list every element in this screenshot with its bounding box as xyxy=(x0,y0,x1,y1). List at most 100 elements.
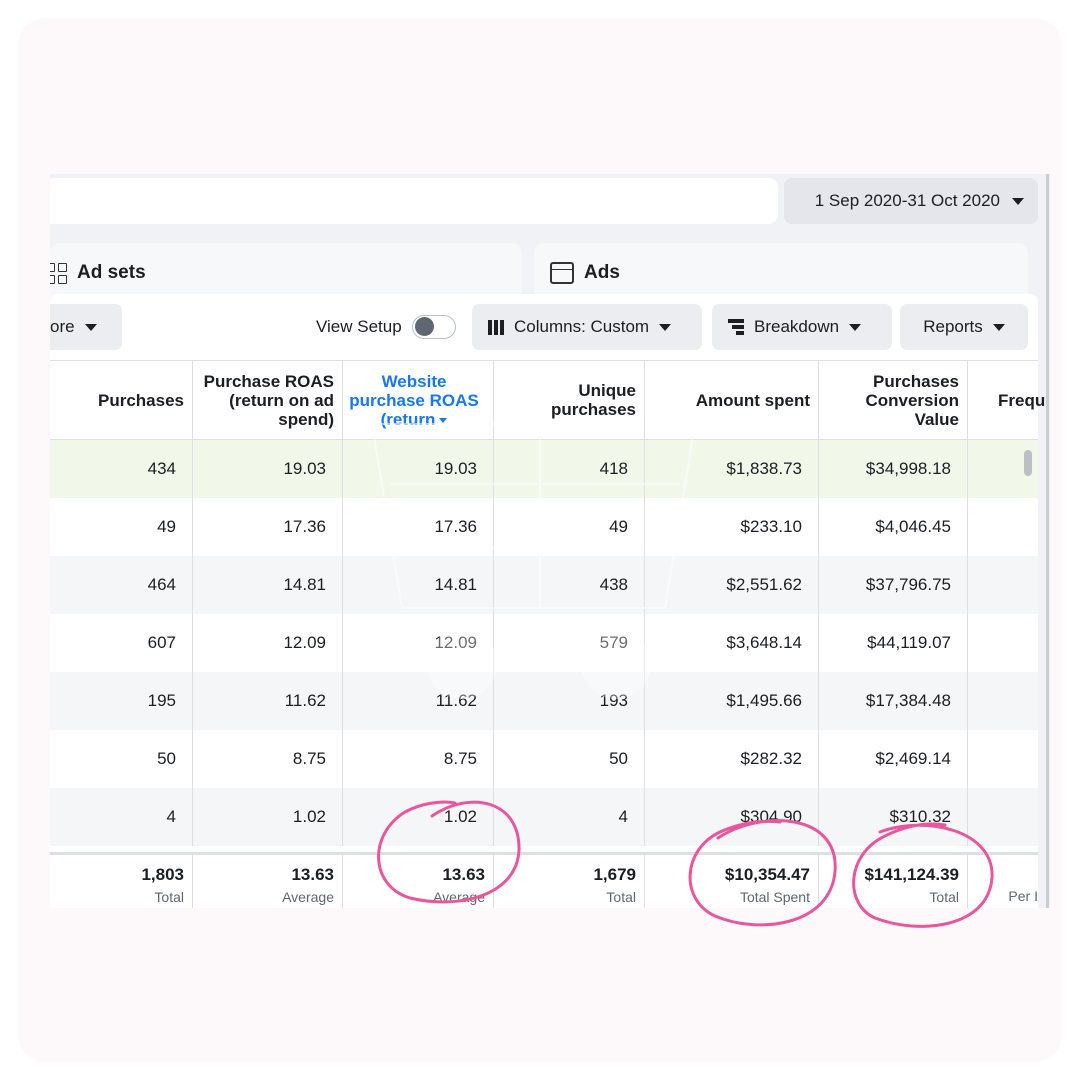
table-cell-amount-spent: $282.32 xyxy=(645,730,819,788)
table-panel: ore View Setup Columns: Custom Breakdown… xyxy=(50,294,1045,908)
table-cell-unique-purchases: 418 xyxy=(494,440,645,498)
table-cell-website-purchase-roas: 11.62 xyxy=(343,672,494,730)
table-cell-purchase-roas: 14.81 xyxy=(193,556,343,614)
table-cell-purchases: 434 xyxy=(50,440,193,498)
columns-icon xyxy=(488,319,504,335)
table-cell-frequency xyxy=(968,556,1038,614)
view-setup-label: View Setup xyxy=(316,317,402,336)
date-range-label: 1 Sep 2020-31 Oct 2020 xyxy=(814,191,1000,210)
table-cell-purchases: 464 xyxy=(50,556,193,614)
columns-button[interactable]: Columns: Custom xyxy=(472,304,702,350)
table-row[interactable]: 50 8.75 8.75 50 $282.32 $2,469.14 xyxy=(50,730,1038,788)
date-range-picker[interactable]: 1 Sep 2020-31 Oct 2020 xyxy=(784,178,1038,224)
totals-row: 1,803 Total 13.63 Average 13.63 Average 1,6… xyxy=(50,852,1038,908)
table-row[interactable]: 49 17.36 17.36 49 $233.10 $4,046.45 xyxy=(50,498,1038,556)
table-cell-frequency xyxy=(968,614,1038,672)
table-cell-website-purchase-roas: 17.36 xyxy=(343,498,494,556)
table-cell-website-purchase-roas: 12.09 xyxy=(343,614,494,672)
table-cell-purchase-roas: 11.62 xyxy=(193,672,343,730)
breakdown-icon xyxy=(728,319,744,335)
view-setup-toggle[interactable] xyxy=(411,315,456,339)
column-header-unique-purchases[interactable]: Unique purchases xyxy=(494,361,645,439)
total-cell-conversion-value: $141,124.39 Total xyxy=(819,855,968,908)
table-row[interactable]: 4 1.02 1.02 4 $304.90 $310.32 xyxy=(50,788,1038,846)
sort-descending-icon xyxy=(439,417,448,423)
breakdown-label: Breakdown xyxy=(754,317,840,336)
table-cell-website-purchase-roas: 8.75 xyxy=(343,730,494,788)
table-cell-unique-purchases: 4 xyxy=(494,788,645,846)
view-setup-toggle-group: View Setup xyxy=(316,304,456,350)
tab-ad-sets-label: Ad sets xyxy=(77,262,146,283)
table-cell-amount-spent: $304.90 xyxy=(645,788,819,846)
chevron-down-icon xyxy=(849,323,862,331)
table-cell-unique-purchases: 438 xyxy=(494,556,645,614)
table-cell-unique-purchases: 193 xyxy=(494,672,645,730)
table-cell-conversion-value: $310.32 xyxy=(819,788,968,846)
table-cell-conversion-value: $17,384.48 xyxy=(819,672,968,730)
total-cell-frequency: Per I xyxy=(1008,888,1038,904)
table-cell-conversion-value: $2,469.14 xyxy=(819,730,968,788)
more-button[interactable]: ore xyxy=(50,304,122,350)
table-header-row: Purchases Purchase ROAS (return on ad sp… xyxy=(50,360,1045,440)
table-cell-conversion-value: $37,796.75 xyxy=(819,556,968,614)
breakdown-button[interactable]: Breakdown xyxy=(712,304,892,350)
table-cell-conversion-value: $4,046.45 xyxy=(819,498,968,556)
table-cell-purchase-roas: 19.03 xyxy=(193,440,343,498)
table-cell-unique-purchases: 49 xyxy=(494,498,645,556)
table-cell-purchase-roas: 17.36 xyxy=(193,498,343,556)
table-cell-purchases: 607 xyxy=(50,614,193,672)
column-header-amount-spent[interactable]: Amount spent xyxy=(645,361,819,439)
column-header-frequency[interactable]: Frequ xyxy=(968,361,1045,439)
chevron-down-icon xyxy=(84,323,97,331)
window-edge xyxy=(1046,174,1049,908)
column-header-website-purchase-roas[interactable]: Website purchase ROAS (return xyxy=(343,361,494,439)
column-header-purchases-conversion-value[interactable]: Purchases Conversion Value xyxy=(819,361,968,439)
total-cell-amount-spent: $10,354.47 Total Spent xyxy=(645,855,819,908)
total-cell-purchase-roas: 13.63 Average xyxy=(193,855,343,908)
chevron-down-icon xyxy=(1012,197,1024,205)
table-cell-purchases: 50 xyxy=(50,730,193,788)
table-cell-frequency xyxy=(968,788,1038,846)
reports-label: Reports xyxy=(923,317,983,336)
table-cell-website-purchase-roas: 19.03 xyxy=(343,440,494,498)
table-cell-conversion-value: $44,119.07 xyxy=(819,614,968,672)
reports-button[interactable]: Reports xyxy=(900,304,1028,350)
table-cell-frequency xyxy=(968,672,1038,730)
table-cell-website-purchase-roas: 14.81 xyxy=(343,556,494,614)
table-row[interactable]: 195 11.62 11.62 193 $1,495.66 $17,384.48 xyxy=(50,672,1038,730)
table-cell-purchase-roas: 8.75 xyxy=(193,730,343,788)
ad-sets-icon xyxy=(50,262,67,284)
search-bar[interactable] xyxy=(50,178,778,224)
column-header-purchases[interactable]: Purchases xyxy=(50,361,193,439)
ads-manager-screenshot: 1 Sep 2020-31 Oct 2020 Ad sets Ads ore V… xyxy=(50,174,1050,908)
total-cell-website-purchase-roas: 13.63 Average xyxy=(343,855,494,908)
table-cell-purchases: 49 xyxy=(50,498,193,556)
ads-icon xyxy=(550,262,574,284)
table-cell-amount-spent: $1,495.66 xyxy=(645,672,819,730)
total-cell-purchases: 1,803 Total xyxy=(50,855,193,908)
column-header-purchase-roas[interactable]: Purchase ROAS (return on ad spend) xyxy=(193,361,343,439)
table-cell-amount-spent: $2,551.62 xyxy=(645,556,819,614)
table-row[interactable]: 434 19.03 19.03 418 $1,838.73 $34,998.18 xyxy=(50,440,1038,498)
table-cell-conversion-value: $34,998.18 xyxy=(819,440,968,498)
table-row[interactable]: 464 14.81 14.81 438 $2,551.62 $37,796.75 xyxy=(50,556,1038,614)
table-cell-unique-purchases: 50 xyxy=(494,730,645,788)
table-cell-purchase-roas: 1.02 xyxy=(193,788,343,846)
table-cell-amount-spent: $3,648.14 xyxy=(645,614,819,672)
chevron-down-icon xyxy=(992,323,1005,331)
table-cell-unique-purchases: 579 xyxy=(494,614,645,672)
table-cell-website-purchase-roas: 1.02 xyxy=(343,788,494,846)
table-cell-frequency xyxy=(968,498,1038,556)
total-cell-unique-purchases: 1,679 Total xyxy=(494,855,645,908)
tab-ads-label: Ads xyxy=(584,262,620,283)
table-cell-purchases: 195 xyxy=(50,672,193,730)
table-cell-amount-spent: $1,838.73 xyxy=(645,440,819,498)
table-cell-purchase-roas: 12.09 xyxy=(193,614,343,672)
table-cell-frequency xyxy=(968,730,1038,788)
table-cell-purchases: 4 xyxy=(50,788,193,846)
table-row[interactable]: 607 12.09 12.09 579 $3,648.14 $44,119.07 xyxy=(50,614,1038,672)
table-cell-amount-spent: $233.10 xyxy=(645,498,819,556)
scrollbar-thumb[interactable] xyxy=(1024,450,1032,476)
toolbar: ore View Setup Columns: Custom Breakdown… xyxy=(50,294,1038,360)
columns-label: Columns: Custom xyxy=(514,317,650,336)
